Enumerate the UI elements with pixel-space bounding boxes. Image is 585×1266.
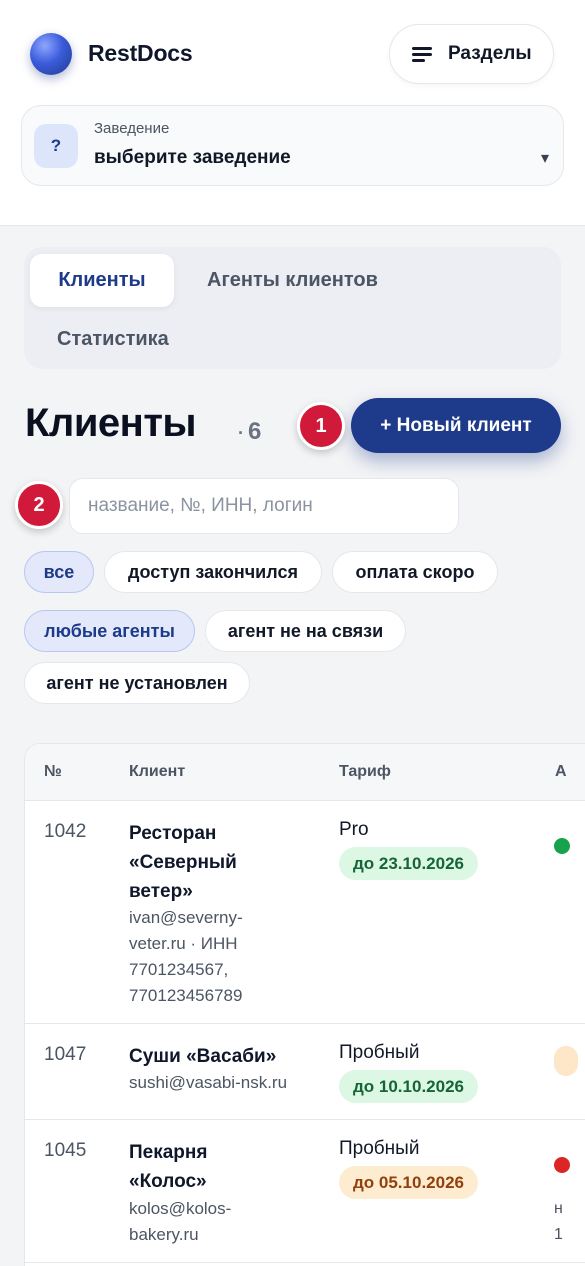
table-row[interactable]: 1042 Ресторан «Северный ветер» ivan@seve…	[25, 801, 585, 1024]
sections-label: Разделы	[448, 43, 532, 64]
tabs-bar: Клиенты Агенты клиентов Статистика	[24, 247, 561, 369]
client-tariff: Пробный	[339, 1138, 420, 1159]
new-client-button[interactable]: + Новый клиент	[351, 398, 561, 453]
client-tariff: Pro	[339, 819, 369, 840]
app-header: RestDocs Разделы ? Заведение выберите за…	[0, 0, 585, 226]
filter-chip-access-expired[interactable]: доступ закончился	[104, 551, 322, 593]
client-name-line: «Северный	[129, 852, 237, 873]
tab-client-agents[interactable]: Агенты клиентов	[207, 269, 378, 292]
client-name[interactable]: Ресторан «Северный ветер»	[129, 819, 329, 906]
clients-count: · 6	[238, 418, 261, 446]
client-number: 1042	[44, 821, 87, 842]
agent-status-line: 1	[554, 1226, 563, 1243]
menu-icon	[412, 47, 432, 62]
filter-chip-all[interactable]: все	[24, 551, 94, 593]
agent-status-dot	[554, 1157, 570, 1173]
venue-question-icon: ?	[34, 124, 78, 168]
client-meta-line: 7701234567,	[129, 960, 229, 979]
count-separator: ·	[238, 423, 244, 443]
client-number: 1047	[44, 1044, 87, 1065]
client-meta: kolos@kolos- bakery.ru	[129, 1196, 299, 1248]
venue-caption: Заведение	[94, 120, 170, 137]
agent-status-dot	[554, 838, 570, 854]
client-meta-line: kolos@kolos-	[129, 1199, 232, 1218]
count-value: 6	[248, 418, 262, 445]
filter-chip-payment-soon[interactable]: оплата скоро	[332, 551, 498, 593]
client-meta-line: sushi@vasabi-nsk.ru	[129, 1073, 288, 1092]
tariff-until-badge: до 05.10.2026	[339, 1166, 478, 1199]
agent-status-text: н 1	[554, 1196, 563, 1248]
client-meta-line: bakery.ru	[129, 1225, 199, 1244]
agent-status-badge	[554, 1046, 578, 1076]
step-badge-2: 2	[15, 481, 63, 529]
chevron-down-icon: ▾	[540, 150, 549, 167]
client-name-line: Суши «Васаби»	[129, 1046, 277, 1067]
agent-status-line: н	[554, 1200, 563, 1217]
client-meta-line: veter.ru · ИНН	[129, 934, 238, 953]
page-title: Клиенты	[25, 401, 197, 445]
table-row[interactable]: 1047 Суши «Васаби» sushi@vasabi-nsk.ru П…	[25, 1024, 585, 1120]
tariff-until-badge: до 10.10.2026	[339, 1070, 478, 1103]
logo-icon	[30, 33, 72, 75]
table-header: № Клиент Тариф А	[25, 744, 585, 801]
client-meta-line: ivan@severny-	[129, 908, 243, 927]
column-header-client: Клиент	[129, 763, 186, 780]
column-header-agent: А	[555, 763, 567, 780]
venue-value: выберите заведение	[94, 147, 291, 168]
tariff-until-badge: до 23.10.2026	[339, 847, 478, 880]
client-number: 1045	[44, 1140, 87, 1161]
client-name[interactable]: Суши «Васаби»	[129, 1042, 329, 1071]
client-name-line: Ресторан	[129, 823, 217, 844]
clients-table: № Клиент Тариф А 1042 Ресторан «Северный…	[24, 743, 585, 1266]
client-name-line: ветер»	[129, 881, 193, 902]
client-name[interactable]: Пекарня «Колос»	[129, 1138, 329, 1196]
column-header-number: №	[44, 763, 62, 780]
client-tariff: Пробный	[339, 1042, 420, 1063]
table-row[interactable]: 1045 Пекарня «Колос» kolos@kolos- bakery…	[25, 1120, 585, 1263]
sections-menu-button[interactable]: Разделы	[389, 24, 554, 84]
client-meta: ivan@severny- veter.ru · ИНН 7701234567,…	[129, 905, 299, 1009]
client-meta-line: 770123456789	[129, 986, 243, 1005]
filter-chip-any-agents[interactable]: любые агенты	[24, 610, 195, 652]
client-name-line: Пекарня	[129, 1142, 208, 1163]
filter-chip-agent-offline[interactable]: агент не на связи	[205, 610, 406, 652]
client-meta: sushi@vasabi-nsk.ru	[129, 1070, 329, 1096]
tab-clients[interactable]: Клиенты	[30, 254, 174, 307]
search-input[interactable]	[69, 478, 459, 534]
brand-name: RestDocs	[88, 40, 193, 66]
tab-statistics[interactable]: Статистика	[57, 328, 169, 351]
filter-chip-agent-not-installed[interactable]: агент не установлен	[24, 662, 250, 704]
venue-select[interactable]: ? Заведение выберите заведение ▾	[21, 105, 564, 186]
column-header-tariff: Тариф	[339, 763, 391, 780]
client-name-line: «Колос»	[129, 1171, 207, 1192]
step-badge-1: 1	[297, 402, 345, 450]
